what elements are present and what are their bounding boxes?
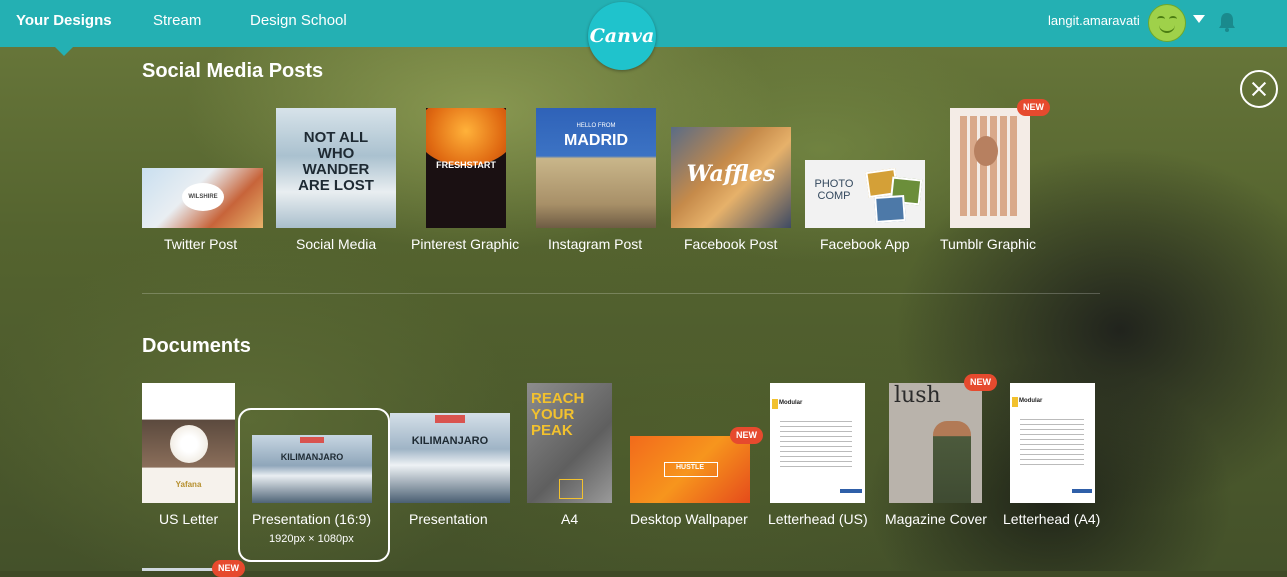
a4-thumb-text: REACH YOUR PEAK — [531, 390, 585, 439]
new-badge: NEW — [212, 560, 245, 577]
avatar[interactable] — [1148, 4, 1186, 42]
close-icon[interactable] — [1240, 70, 1278, 108]
presentation-16-9-thumb-text: KILIMANJARO — [280, 452, 344, 462]
username[interactable]: langit.amaravati — [1048, 13, 1140, 28]
presentation-dimensions: 1920px × 1080px — [269, 533, 354, 545]
label-a4: A4 — [561, 511, 579, 527]
label-instagram-post: Instagram Post — [548, 236, 643, 252]
facebook-post-thumbnail[interactable]: Waffles — [671, 127, 791, 228]
facebook-app-thumb-text: PHOTO COMP — [814, 178, 854, 202]
label-social-media: Social Media — [296, 236, 377, 252]
section-title-documents: Documents — [142, 335, 251, 357]
letterhead-a4-thumbnail[interactable]: Modular — [1010, 383, 1095, 503]
pinterest-thumb-text: FRESHSTART — [436, 160, 496, 170]
label-facebook-app: Facebook App — [820, 236, 910, 252]
a4-thumbnail[interactable]: REACH YOUR PEAK — [527, 383, 612, 503]
label-letterhead-a4: Letterhead (A4) — [1003, 511, 1101, 527]
label-facebook-post: Facebook Post — [684, 236, 778, 252]
us-letter-thumbnail[interactable]: Yafana — [142, 383, 235, 503]
label-twitter-post: Twitter Post — [164, 236, 238, 252]
new-badge: NEW — [1017, 99, 1050, 116]
canva-logo[interactable]: Canva — [588, 2, 656, 70]
label-presentation: Presentation — [409, 511, 488, 527]
nav-stream[interactable]: Stream — [153, 12, 201, 29]
presentation-16-9-thumbnail[interactable]: KILIMANJARO — [252, 435, 372, 503]
nav-your-designs[interactable]: Your Designs — [16, 12, 112, 29]
magazine-cover-thumb-text: lush — [894, 383, 941, 408]
account-dropdown-icon[interactable] — [1193, 15, 1205, 23]
new-badge: NEW — [730, 427, 763, 444]
label-pinterest-graphic: Pinterest Graphic — [411, 236, 520, 252]
twitter-thumb-text: WILSHIRE — [188, 194, 218, 200]
label-us-letter: US Letter — [159, 511, 219, 527]
us-letter-thumb-text: Yafana — [175, 480, 202, 489]
desktop-wallpaper-thumb-text: HUSTLE — [676, 464, 704, 471]
twitter-post-thumbnail[interactable]: WILSHIRE — [142, 168, 263, 228]
label-tumblr-graphic: Tumblr Graphic — [940, 236, 1036, 252]
new-badge: NEW — [964, 374, 997, 391]
pinterest-graphic-thumbnail[interactable]: FRESHSTART — [426, 108, 506, 228]
instagram-post-thumbnail[interactable]: HELLO FROM MADRID — [536, 108, 656, 228]
facebook-post-thumb-text: Waffles — [686, 161, 776, 187]
desktop-wallpaper-thumbnail[interactable]: HUSTLE — [630, 436, 750, 503]
letterhead-a4-thumb-text: Modular — [1019, 398, 1043, 404]
label-letterhead-us: Letterhead (US) — [768, 511, 868, 527]
presentation-thumbnail[interactable]: KILIMANJARO — [390, 413, 510, 503]
facebook-app-thumbnail[interactable]: PHOTO COMP — [805, 160, 925, 228]
magazine-cover-thumbnail[interactable]: lush — [889, 383, 982, 503]
notification-bell-icon[interactable] — [1215, 10, 1239, 34]
active-nav-pointer — [55, 47, 73, 56]
label-magazine-cover: Magazine Cover — [885, 511, 987, 527]
social-media-thumbnail[interactable]: NOT ALL WHO WANDER ARE LOST — [276, 108, 396, 228]
label-presentation-16-9: Presentation (16:9) — [252, 511, 372, 527]
presentation-thumb-text: KILIMANJARO — [411, 435, 489, 447]
tumblr-graphic-thumbnail[interactable] — [950, 108, 1030, 228]
letterhead-us-thumbnail[interactable]: Modular — [770, 383, 865, 503]
instagram-thumb-text: MADRID — [564, 132, 628, 149]
nav-design-school[interactable]: Design School — [250, 12, 347, 29]
letterhead-us-thumb-text: Modular — [779, 400, 803, 406]
social-media-thumb-text: NOT ALL WHO WANDER ARE LOST — [298, 129, 374, 194]
section-divider — [142, 293, 1100, 294]
label-desktop-wallpaper: Desktop Wallpaper — [630, 511, 748, 527]
instagram-thumb-small-text: HELLO FROM — [576, 123, 616, 129]
section-title-social: Social Media Posts — [142, 60, 324, 82]
